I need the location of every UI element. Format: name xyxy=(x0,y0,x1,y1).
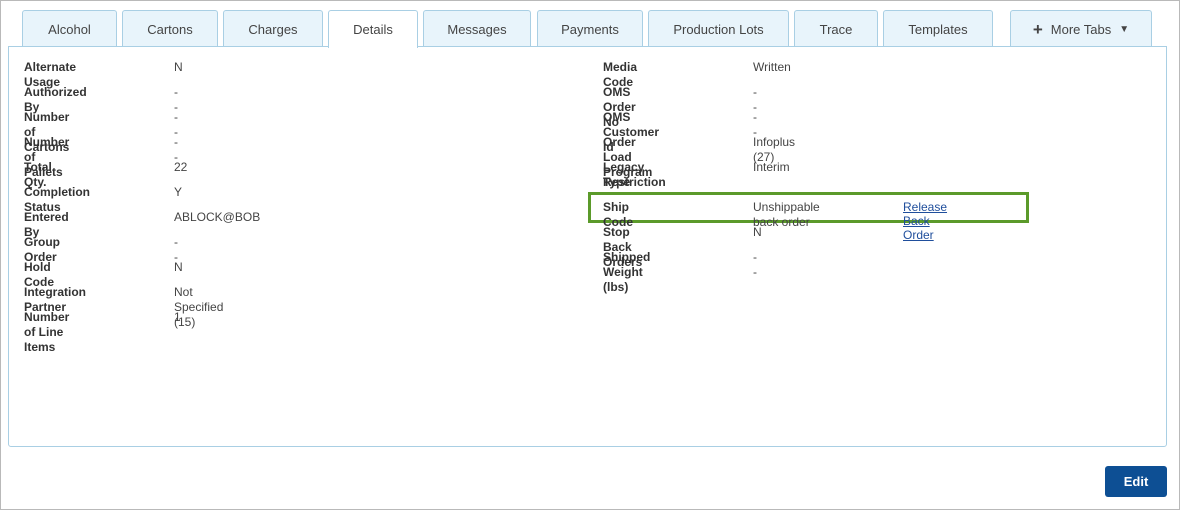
tab-details[interactable]: Details xyxy=(328,10,418,48)
field-value: N xyxy=(174,260,183,274)
field-label-line2: Type xyxy=(603,175,631,189)
caret-down-icon: ▼ xyxy=(1119,23,1130,35)
field-value: 22 xyxy=(174,160,188,174)
tab-alcohol[interactable]: Alcohol xyxy=(22,10,117,47)
release-back-order-link[interactable]: Release Back Order xyxy=(903,200,947,242)
tab-messages[interactable]: Messages xyxy=(423,10,531,47)
details-panel xyxy=(8,46,1167,447)
field-value: Written xyxy=(753,60,791,74)
field-value: Interim xyxy=(753,160,790,174)
tab-templates[interactable]: Templates xyxy=(883,10,993,47)
field-value: Unshippable back order xyxy=(753,200,820,229)
field-value: Y xyxy=(174,185,183,199)
tab-payments[interactable]: Payments xyxy=(537,10,643,47)
plus-icon: + xyxy=(1032,19,1043,39)
field-value: ABLOCK@BOB xyxy=(174,210,261,224)
more-tabs-label: More Tabs xyxy=(1050,21,1112,37)
field-label: Number of Line Items xyxy=(24,310,70,354)
field-value: N xyxy=(753,225,762,239)
field-label: Shipped Weight (lbs) xyxy=(603,250,651,294)
field-value: N xyxy=(174,60,183,74)
tab-cartons[interactable]: Cartons xyxy=(122,10,218,47)
field-value: Not Specified (15) xyxy=(174,285,224,329)
tab-trace[interactable]: Trace xyxy=(794,10,878,47)
more-tabs-button[interactable]: + More Tabs ▼ xyxy=(1010,10,1152,47)
edit-button[interactable]: Edit xyxy=(1105,466,1167,497)
field-value: 1 xyxy=(174,310,181,324)
tab-production-lots[interactable]: Production Lots xyxy=(648,10,789,47)
field-value: -- xyxy=(753,250,757,279)
tab-charges[interactable]: Charges xyxy=(223,10,323,47)
